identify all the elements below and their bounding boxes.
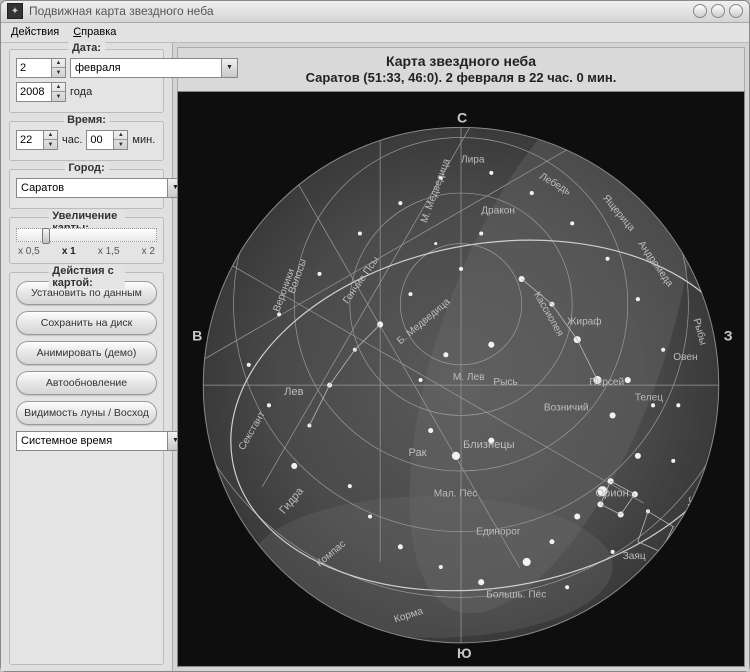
svg-text:Большь. Пёс: Большь. Пёс: [486, 589, 546, 600]
map-header: Карта звездного неба Саратов (51:33, 46:…: [177, 47, 745, 91]
minute-stepper[interactable]: ▲▼: [86, 130, 128, 150]
map-title-line2: Саратов (51:33, 46:0). 2 февраля в 22 ча…: [182, 70, 740, 87]
minute-down[interactable]: ▼: [114, 140, 127, 149]
moon-sunrise-button[interactable]: Видимость луны / Восход: [16, 401, 157, 425]
map-title-line1: Карта звездного неба: [182, 52, 740, 70]
date-group: Дата: ▲▼ ▼ ▲▼ года: [9, 49, 164, 113]
svg-text:Рак: Рак: [408, 447, 426, 459]
cardinal-s: Ю: [457, 645, 472, 661]
titlebar[interactable]: ✦ Подвижная карта звездного неба: [1, 1, 749, 23]
minute-input[interactable]: [86, 130, 114, 150]
actions-label: Действия с картой:: [48, 265, 125, 289]
zoom-tick: x 1: [62, 246, 76, 257]
svg-text:Заяц: Заяц: [623, 551, 646, 562]
day-stepper[interactable]: ▲▼: [16, 58, 66, 78]
zoom-group: Увеличение карты: x 0,5 x 1 x 1,5 x 2: [9, 217, 164, 264]
save-to-disk-button[interactable]: Сохранить на диск: [16, 311, 157, 335]
year-unit: года: [70, 86, 92, 98]
maximize-button[interactable]: [711, 4, 725, 18]
hour-up[interactable]: ▲: [44, 131, 57, 141]
auto-update-button[interactable]: Автообновление: [16, 371, 157, 395]
svg-text:Жираф: Жираф: [567, 315, 602, 327]
svg-text:Лев: Лев: [284, 386, 303, 398]
svg-text:Мал. Пёс: Мал. Пёс: [434, 488, 478, 499]
main-panel: Карта звездного неба Саратов (51:33, 46:…: [173, 43, 749, 671]
cardinal-e: В: [192, 328, 202, 344]
month-dropdown-icon[interactable]: ▼: [222, 58, 238, 78]
svg-text:Лира: Лира: [461, 155, 485, 166]
year-up[interactable]: ▲: [52, 83, 65, 93]
zoom-slider[interactable]: [16, 228, 157, 242]
city-group: Город: ▼: [9, 169, 164, 209]
actions-group: Действия с картой: Установить по данным …: [9, 272, 164, 665]
svg-text:Близнецы: Близнецы: [463, 439, 515, 451]
time-source-combo[interactable]: ▼: [16, 431, 184, 451]
cardinal-w: З: [724, 328, 733, 344]
menubar: Действия Справка: [1, 23, 749, 43]
zoom-ticks: x 0,5 x 1 x 1,5 x 2: [16, 246, 157, 257]
minute-unit: мин.: [132, 134, 155, 146]
svg-text:Орион: Орион: [595, 487, 628, 499]
cardinal-n: С: [457, 109, 467, 125]
zoom-tick: x 0,5: [18, 246, 40, 257]
app-window: ✦ Подвижная карта звездного неба Действи…: [0, 0, 750, 672]
zoom-tick: x 2: [142, 246, 155, 257]
city-label: Город:: [64, 162, 108, 174]
window-title: Подвижная карта звездного неба: [29, 4, 693, 18]
day-down[interactable]: ▼: [52, 68, 65, 77]
hour-unit: час.: [62, 134, 82, 146]
svg-text:М. Лев: М. Лев: [453, 372, 485, 383]
year-stepper[interactable]: ▲▼: [16, 82, 66, 102]
city-combo[interactable]: ▼: [16, 178, 184, 198]
svg-text:Овен: Овен: [673, 352, 697, 363]
svg-text:Возничий: Возничий: [544, 402, 589, 413]
star-map[interactable]: С Ю В З: [177, 91, 745, 667]
year-input[interactable]: [16, 82, 52, 102]
app-icon: ✦: [7, 3, 23, 19]
window-buttons: [693, 4, 743, 18]
month-input[interactable]: [70, 58, 222, 78]
year-down[interactable]: ▼: [52, 92, 65, 101]
month-combo[interactable]: ▼: [70, 58, 238, 78]
day-input[interactable]: [16, 58, 52, 78]
zoom-tick: x 1,5: [98, 246, 120, 257]
time-group: Время: ▲▼ час. ▲▼ мин.: [9, 121, 164, 161]
minimize-button[interactable]: [693, 4, 707, 18]
svg-text:Рысь: Рысь: [493, 377, 517, 388]
svg-text:Дракон: Дракон: [481, 205, 515, 216]
date-label: Дата:: [68, 42, 105, 54]
svg-text:Единорог: Единорог: [476, 527, 521, 538]
close-button[interactable]: [729, 4, 743, 18]
sidebar: Дата: ▲▼ ▼ ▲▼ года: [1, 43, 173, 671]
zoom-thumb[interactable]: [42, 228, 50, 244]
minute-up[interactable]: ▲: [114, 131, 127, 141]
menu-actions[interactable]: Действия: [11, 26, 59, 38]
animate-demo-button[interactable]: Анимировать (демо): [16, 341, 157, 365]
city-input[interactable]: [16, 178, 168, 198]
time-source-input[interactable]: [16, 431, 168, 451]
hour-input[interactable]: [16, 130, 44, 150]
time-label: Время:: [63, 114, 110, 126]
svg-text:Телец: Телец: [635, 392, 663, 403]
hour-stepper[interactable]: ▲▼: [16, 130, 58, 150]
menu-help[interactable]: Справка: [73, 26, 116, 38]
hour-down[interactable]: ▼: [44, 140, 57, 149]
content: Дата: ▲▼ ▼ ▲▼ года: [1, 43, 749, 671]
svg-text:Персей: Персей: [589, 377, 624, 388]
day-up[interactable]: ▲: [52, 59, 65, 69]
